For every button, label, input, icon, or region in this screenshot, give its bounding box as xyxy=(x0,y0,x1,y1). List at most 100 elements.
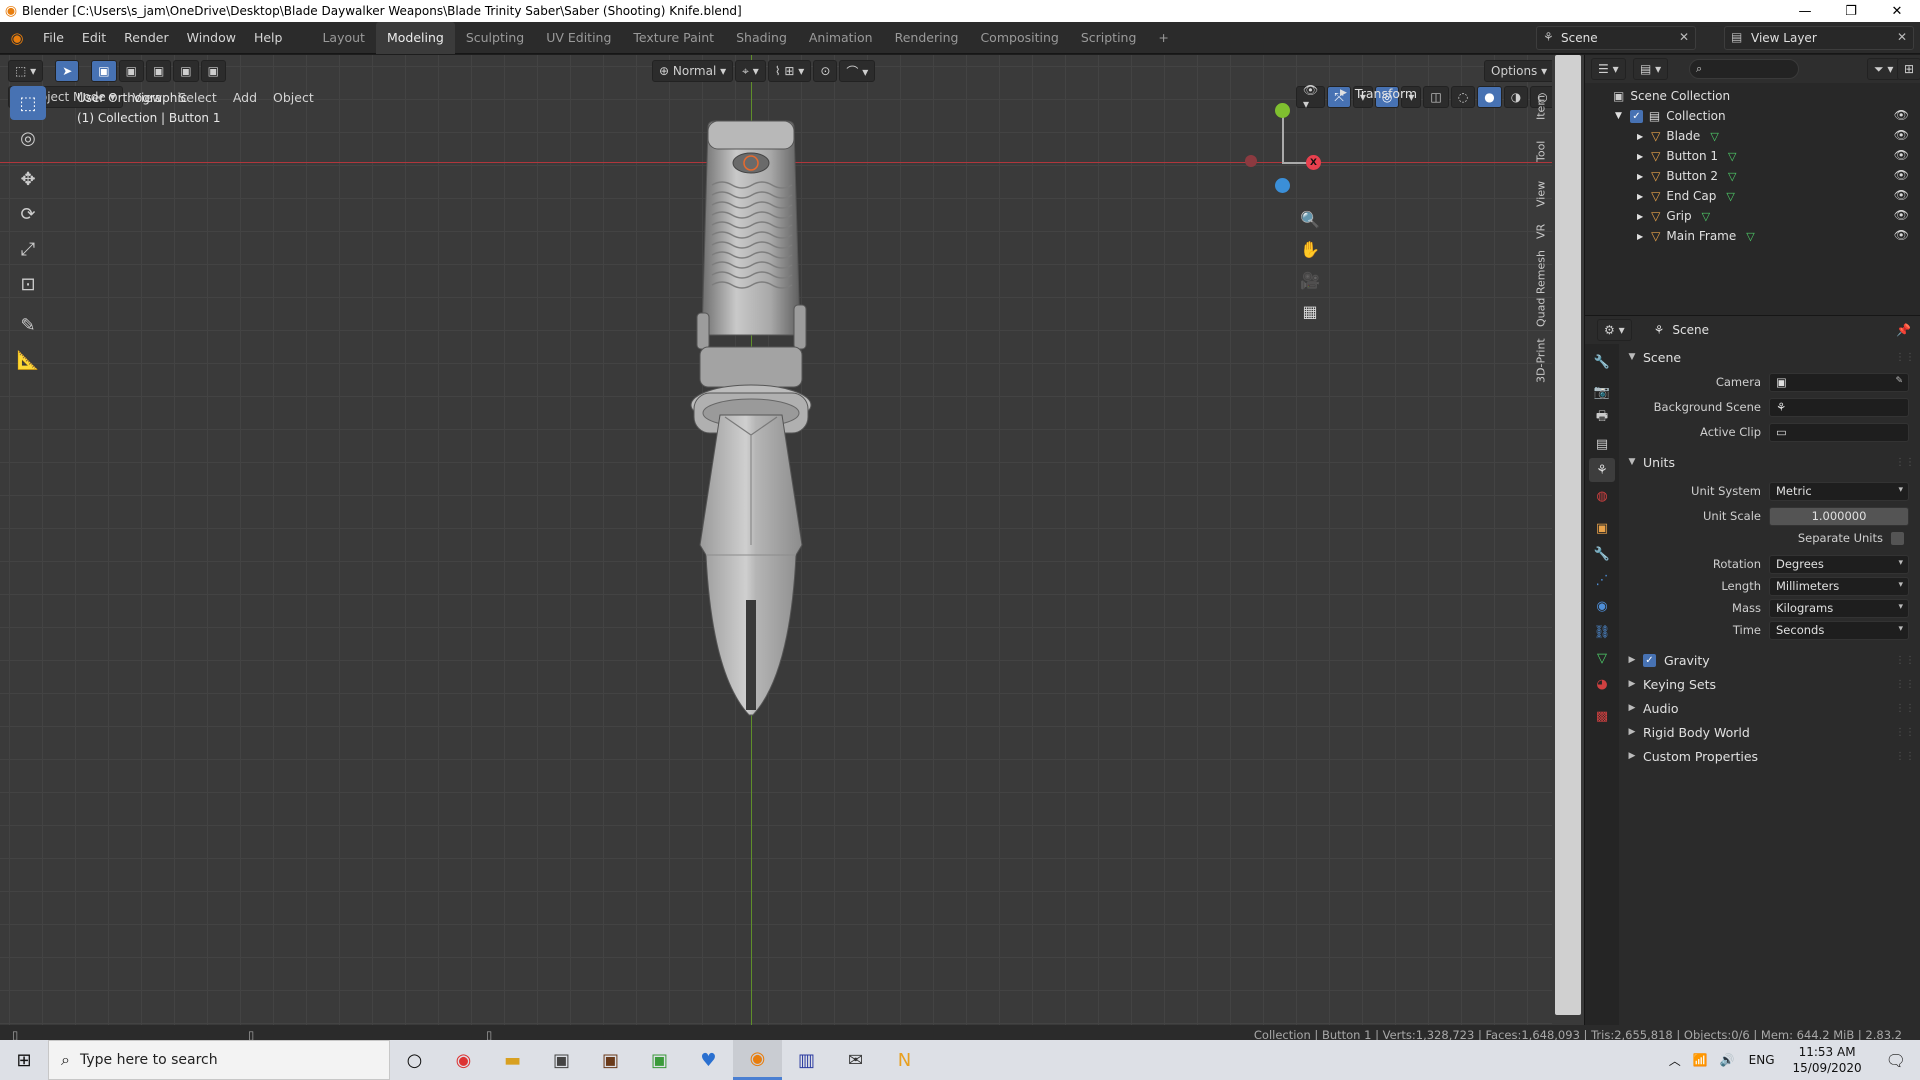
gizmo-z-axis[interactable] xyxy=(1275,178,1290,193)
texture-tab-icon[interactable]: ▩ xyxy=(1589,704,1615,728)
maximize-button[interactable]: ❐ xyxy=(1828,4,1874,19)
tab-layout[interactable]: Layout xyxy=(311,22,376,54)
active-clip-field[interactable]: ▭ xyxy=(1769,422,1909,442)
tab-animation[interactable]: Animation xyxy=(798,22,884,54)
eye-icon[interactable]: 👁 xyxy=(1894,168,1909,182)
3d-viewport[interactable]: ⬚ ▾ ➤ ▣ ▣ ▣ ▣ ▣ ⊕ Normal ▾ ⌖ ▾ ⌇ ⊞ ▾ ⊙ ⌒… xyxy=(0,55,1552,1025)
tab-3d-print[interactable]: 3D-Print xyxy=(1530,333,1552,389)
app-icon-5[interactable]: ▥ xyxy=(782,1040,831,1080)
gravity-section-header[interactable]: ▶ ✓ Gravity ⋮⋮ xyxy=(1621,649,1920,671)
mesh-data-icon[interactable]: ▽ xyxy=(1702,210,1710,223)
eye-icon[interactable]: 👁 xyxy=(1894,188,1909,202)
world-tab-icon[interactable]: ◍ xyxy=(1589,484,1615,508)
navigation-gizmo[interactable]: X xyxy=(1240,95,1321,193)
tab-scripting[interactable]: Scripting xyxy=(1070,22,1148,54)
camera-field[interactable]: ▣ ✎ xyxy=(1769,372,1909,392)
menu-window[interactable]: Window xyxy=(178,22,245,54)
output-tab-icon[interactable]: 🖶 xyxy=(1589,406,1615,430)
tab-sculpting[interactable]: Sculpting xyxy=(455,22,535,54)
separate-units-checkbox[interactable] xyxy=(1891,531,1904,545)
eye-icon[interactable]: 👁 xyxy=(1894,148,1909,162)
length-dropdown[interactable]: Millimeters ▾ xyxy=(1769,576,1909,596)
expand-triangle-icon[interactable]: ▶ xyxy=(1637,232,1643,241)
outliner-editor-type-icon[interactable]: ☰ ▾ xyxy=(1591,58,1626,80)
gravity-checkbox[interactable]: ✓ xyxy=(1643,653,1656,667)
windows-start-button[interactable]: ⊞ xyxy=(0,1040,48,1080)
mesh-data-icon[interactable]: ▽ xyxy=(1726,190,1734,203)
drag-handle-icon[interactable]: ⋮⋮ xyxy=(1895,352,1915,363)
close-icon[interactable]: ✕ xyxy=(1897,30,1907,44)
clock[interactable]: 11:53 AM 15/09/2020 xyxy=(1783,1044,1872,1076)
scene-selector[interactable]: ⚘ Scene ✕ xyxy=(1536,26,1696,50)
tab-tool[interactable]: Tool xyxy=(1530,131,1552,171)
drag-handle-icon[interactable]: ⋮⋮ xyxy=(1895,655,1915,666)
app-icon-6[interactable]: N xyxy=(880,1040,929,1080)
outliner-collection[interactable]: ▼ ✓ ▤ Collection 👁 xyxy=(1585,106,1920,126)
add-workspace-button[interactable]: + xyxy=(1147,22,1179,54)
mesh-data-tab-icon[interactable]: ▽ xyxy=(1589,646,1615,670)
menu-file[interactable]: File xyxy=(34,22,73,54)
grid-ortho-icon[interactable]: ▦ xyxy=(1296,297,1324,325)
gizmo-x-axis[interactable]: X xyxy=(1306,155,1321,170)
display-mode-icon[interactable]: ▤ ▾ xyxy=(1633,58,1669,80)
tab-quad-remesh[interactable]: Quad Remesh xyxy=(1530,247,1552,331)
expand-triangle-icon[interactable]: ▶ xyxy=(1637,212,1643,221)
rotation-dropdown[interactable]: Degrees ▾ xyxy=(1769,554,1909,574)
camera-view-icon[interactable]: 🎥 xyxy=(1296,266,1324,294)
rigid-body-world-section-header[interactable]: ▶ Rigid Body World ⋮⋮ xyxy=(1621,721,1920,743)
tab-modeling[interactable]: Modeling xyxy=(375,21,455,54)
background-scene-field[interactable]: ⚘ xyxy=(1769,397,1909,417)
tab-rendering[interactable]: Rendering xyxy=(884,22,970,54)
tool-tab-icon[interactable]: 🔧 xyxy=(1589,350,1615,374)
filter-icon[interactable]: ⏷ ▾ xyxy=(1867,58,1901,80)
expand-triangle-icon[interactable]: ▶ xyxy=(1637,132,1643,141)
blender-logo-icon[interactable]: ◉ xyxy=(0,29,34,47)
eye-icon[interactable]: 👁 xyxy=(1894,208,1909,222)
physics-tab-icon[interactable]: ◉ xyxy=(1589,594,1615,618)
render-tab-icon[interactable]: 📷 xyxy=(1589,380,1615,404)
tab-view[interactable]: View xyxy=(1530,173,1552,215)
menu-edit[interactable]: Edit xyxy=(73,22,115,54)
taskbar-search-input[interactable]: ⌕ Type here to search xyxy=(48,1040,390,1080)
mesh-data-icon[interactable]: ▽ xyxy=(1728,170,1736,183)
outliner-item-button-1[interactable]: ▶ ▽ Button 1 ▽ 👁 xyxy=(1585,146,1920,166)
app-icon-4[interactable]: ♥ xyxy=(684,1040,733,1080)
pan-hand-icon[interactable]: ✋ xyxy=(1296,235,1324,263)
blender-taskbar-icon[interactable]: ◉ xyxy=(733,1040,782,1080)
knife-model[interactable] xyxy=(0,55,1552,1025)
app-icon-3[interactable]: ▣ xyxy=(635,1040,684,1080)
expand-triangle-icon[interactable]: ▶ xyxy=(1637,152,1643,161)
gizmo-neg-x-axis[interactable] xyxy=(1245,155,1257,167)
eyedropper-icon[interactable]: ✎ xyxy=(1895,376,1903,386)
outliner-item-grip[interactable]: ▶ ▽ Grip ▽ 👁 xyxy=(1585,206,1920,226)
tray-chevron-up-icon[interactable]: ︿ xyxy=(1663,1052,1687,1069)
outliner-item-button-2[interactable]: ▶ ▽ Button 2 ▽ 👁 xyxy=(1585,166,1920,186)
scrollbar[interactable] xyxy=(1555,55,1581,1015)
tab-uv-editing[interactable]: UV Editing xyxy=(535,22,622,54)
mesh-data-icon[interactable]: ▽ xyxy=(1746,230,1754,243)
time-dropdown[interactable]: Seconds ▾ xyxy=(1769,620,1909,640)
app-icon-2[interactable]: ▣ xyxy=(586,1040,635,1080)
eye-icon[interactable]: 👁 xyxy=(1894,128,1909,142)
view-layer-selector[interactable]: ▤ View Layer ✕ xyxy=(1724,26,1914,50)
particles-tab-icon[interactable]: ⋰ xyxy=(1589,568,1615,592)
drag-handle-icon[interactable]: ⋮⋮ xyxy=(1895,457,1915,468)
expand-triangle-icon[interactable]: ▶ xyxy=(1637,192,1643,201)
custom-properties-section-header[interactable]: ▶ Custom Properties ⋮⋮ xyxy=(1621,745,1920,767)
properties-editor-type-icon[interactable]: ⚙ ▾ xyxy=(1597,319,1632,341)
units-section-header[interactable]: ▼ Units ⋮⋮ xyxy=(1621,451,1920,473)
tab-vr[interactable]: VR xyxy=(1530,217,1552,245)
close-button[interactable]: ✕ xyxy=(1874,4,1920,19)
drag-handle-icon[interactable]: ⋮⋮ xyxy=(1895,679,1915,690)
scene-tab-icon[interactable]: ⚘ xyxy=(1589,458,1615,482)
expand-triangle-icon[interactable]: ▶ xyxy=(1637,172,1643,181)
unit-scale-field[interactable]: 1.000000 xyxy=(1769,506,1909,526)
drag-handle-icon[interactable]: ⋮⋮ xyxy=(1895,751,1915,762)
network-icon[interactable]: 📶 xyxy=(1687,1053,1714,1067)
tab-shading[interactable]: Shading xyxy=(725,22,798,54)
eye-icon[interactable]: 👁 xyxy=(1894,228,1909,242)
mesh-data-icon[interactable]: ▽ xyxy=(1728,150,1736,163)
notifications-icon[interactable]: 🗨 xyxy=(1872,1051,1920,1070)
modifier-tab-icon[interactable]: 🔧 xyxy=(1589,542,1615,566)
volume-icon[interactable]: 🔊 xyxy=(1714,1053,1741,1067)
